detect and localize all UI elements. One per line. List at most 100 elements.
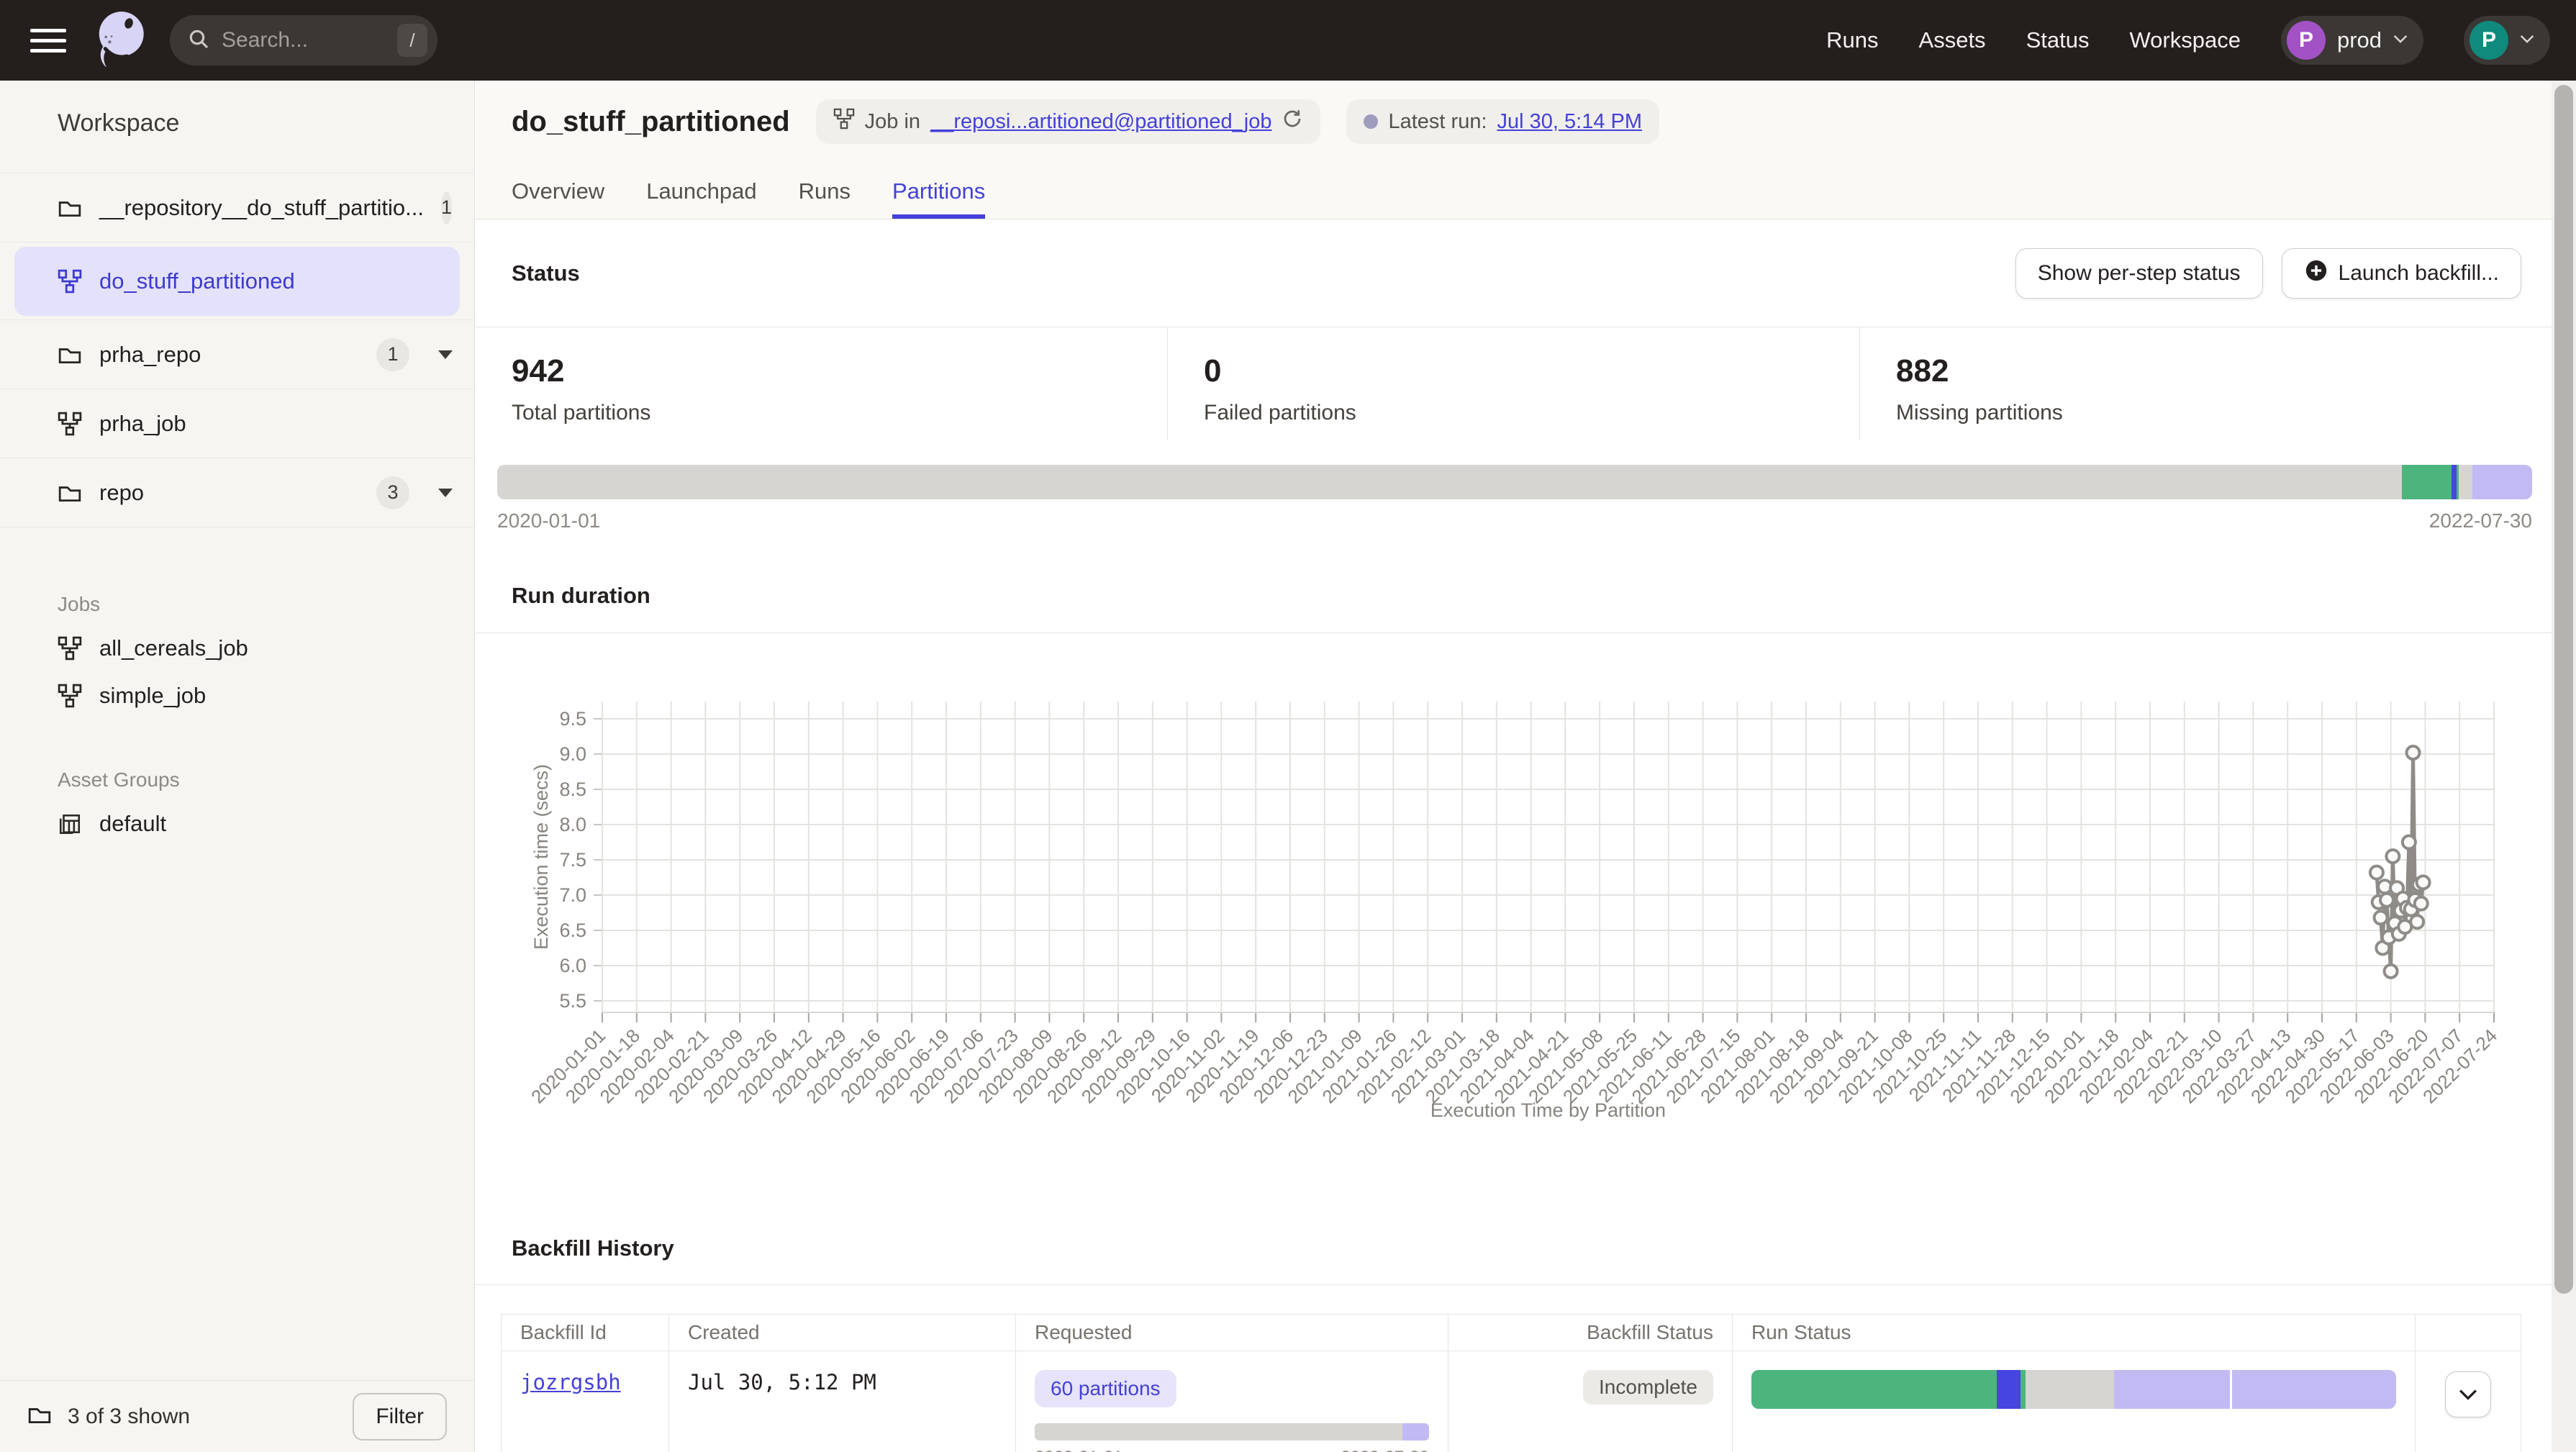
requested-partitions-chip[interactable]: 60 partitions	[1035, 1370, 1176, 1407]
sidebar-item-label: repo	[99, 480, 144, 506]
search-shortcut-key: /	[397, 24, 427, 57]
deployment-label: prod	[2337, 27, 2382, 53]
scrollbar-thumb[interactable]	[2554, 85, 2573, 1294]
nav-link-workspace[interactable]: Workspace	[2129, 27, 2241, 53]
sidebar-item-repo[interactable]: repo 3	[0, 458, 474, 527]
sidebar-item-all-cereals-job[interactable]: all_cereals_job	[0, 625, 474, 672]
sidebar-item-label: prha_job	[99, 411, 186, 437]
table-cell-backfill-status: Incomplete	[1448, 1351, 1733, 1452]
show-per-step-status-button[interactable]: Show per-step status	[2015, 248, 2263, 299]
folder-icon	[58, 196, 82, 220]
job-icon	[58, 684, 82, 708]
bar-segment	[1997, 1370, 2020, 1409]
search-icon	[187, 27, 210, 54]
backfill-history-table: Backfill IdCreatedRequestedBackfill Stat…	[501, 1314, 2521, 1452]
asset-group-icon	[58, 812, 82, 836]
refresh-icon[interactable]	[1282, 108, 1303, 135]
bar-segment	[1035, 1423, 1402, 1440]
top-navbar: Search... / Runs Assets Status Workspace P …	[0, 0, 2576, 81]
sidebar-item-prha-job[interactable]: prha_job	[0, 389, 474, 458]
svg-text:8.0: 8.0	[559, 814, 586, 835]
tab-partitions[interactable]: Partitions	[892, 178, 985, 219]
user-menu[interactable]: P	[2464, 16, 2550, 65]
title-row: do_stuff_partitioned Job in __reposi...a…	[512, 99, 1659, 144]
sidebar-item-label: do_stuff_partitioned	[99, 268, 295, 294]
tab-runs[interactable]: Runs	[799, 178, 851, 219]
created-value: Jul 30, 5:12 PM	[688, 1370, 876, 1394]
table-cell-requested: 60 partitions 2020-01-012022-07-30	[1016, 1351, 1448, 1452]
sidebar-footer: 3 of 3 shown Filter	[0, 1380, 474, 1452]
folder-icon	[27, 1402, 52, 1430]
sidebar-item-prha-repo[interactable]: prha_repo1	[0, 320, 474, 389]
run-status-bar[interactable]	[1751, 1370, 2396, 1409]
filter-button[interactable]: Filter	[353, 1393, 447, 1440]
stat-value: 942	[512, 353, 1167, 389]
table-header-created: Created	[669, 1315, 1016, 1351]
item-count-badge: 1	[376, 338, 409, 371]
nav-link-runs[interactable]: Runs	[1826, 27, 1878, 53]
caret-down-icon[interactable]	[438, 489, 453, 497]
latest-run-link[interactable]: Jul 30, 5:14 PM	[1497, 110, 1643, 134]
nav-link-status[interactable]: Status	[2026, 27, 2090, 53]
divider	[476, 1284, 2552, 1285]
sidebar-item-do-stuff-partitioned[interactable]: do_stuff_partitioned	[0, 242, 474, 320]
svg-text:8.5: 8.5	[559, 779, 586, 800]
workspace-sidebar: Workspace __repository__do_stuff_partiti…	[0, 81, 475, 1452]
launch-backfill-button[interactable]: Launch backfill...	[2282, 248, 2521, 299]
svg-text:Execution time (secs): Execution time (secs)	[530, 764, 552, 950]
svg-text:7.5: 7.5	[559, 849, 586, 871]
bar-segment	[2026, 1370, 2115, 1409]
nav-link-assets[interactable]: Assets	[1919, 27, 1986, 53]
deployment-switcher[interactable]: P prod	[2281, 16, 2423, 65]
partition-status-bar[interactable]	[497, 465, 2532, 499]
bar-segment	[2021, 1370, 2026, 1409]
search-placeholder: Search...	[222, 28, 308, 53]
table-cell-created: Jul 30, 5:12 PM	[669, 1351, 1016, 1452]
svg-text:9.5: 9.5	[559, 708, 586, 730]
sidebar-item-selected-pill[interactable]: do_stuff_partitioned	[14, 247, 460, 316]
sidebar-item-repository-do-stuff-partitio[interactable]: __repository__do_stuff_partitio... 1	[0, 173, 474, 242]
item-count-badge: 3	[376, 476, 409, 509]
folder-icon	[58, 342, 82, 367]
bar-segment	[2472, 465, 2532, 499]
backfill-id-link[interactable]: jozrgsbh	[520, 1370, 621, 1394]
partition-stats: 942Total partitions0Failed partitions882…	[476, 327, 2552, 440]
dagster-logo[interactable]	[89, 8, 151, 73]
requested-end-label: 2022-07-30	[1341, 1448, 1429, 1452]
menu-icon[interactable]	[26, 24, 71, 57]
stat-label: Total partitions	[512, 401, 1167, 425]
bar-segment	[2114, 1370, 2229, 1409]
job-header: do_stuff_partitioned Job in __reposi...a…	[476, 81, 2552, 219]
tab-launchpad[interactable]: Launchpad	[646, 178, 756, 219]
group-label-asset-groups: Asset Groups	[0, 760, 474, 800]
partition-bar-start: 2020-01-01	[497, 509, 600, 532]
sidebar-item-simple-job[interactable]: simple_job	[0, 672, 474, 720]
stat-label: Failed partitions	[1204, 401, 1859, 425]
sidebar-item-label: __repository__do_stuff_partitio...	[99, 195, 424, 221]
folder-icon	[58, 481, 82, 505]
table-header-backfill-status: Backfill Status	[1448, 1315, 1733, 1351]
svg-text:6.0: 6.0	[559, 955, 586, 976]
table-cell-expander	[2416, 1351, 2521, 1452]
page-scrollbar[interactable]	[2552, 81, 2576, 1452]
sidebar-item-default[interactable]: default	[0, 800, 474, 848]
latest-run-chip: Latest run: Jul 30, 5:14 PM	[1346, 99, 1659, 144]
job-location-link[interactable]: __reposi...artitioned@partitioned_job	[930, 110, 1271, 134]
item-count-badge: 1	[441, 191, 452, 224]
table-header-backfill-id: Backfill Id	[502, 1315, 669, 1351]
run-duration-chart: 5.56.06.57.07.58.08.59.09.52020-01-01202…	[476, 633, 2552, 1166]
expand-row-button[interactable]	[2445, 1371, 2491, 1417]
requested-bar-labels: 2020-01-012022-07-30	[1035, 1448, 1429, 1452]
run-status-dot	[1364, 114, 1378, 129]
status-buttons: Show per-step status Launch backfill...	[2015, 248, 2521, 299]
svg-text:5.5: 5.5	[559, 990, 586, 1012]
partition-bar-labels: 2020-01-01 2022-07-30	[497, 509, 2532, 532]
caret-down-icon[interactable]	[438, 350, 453, 359]
search-input[interactable]: Search... /	[170, 15, 437, 65]
svg-text:7.0: 7.0	[559, 884, 586, 906]
stat-missing-partitions: 882Missing partitions	[1859, 327, 2552, 440]
stat-label: Missing partitions	[1896, 401, 2552, 425]
plus-circle-icon	[2304, 258, 2328, 289]
tab-overview[interactable]: Overview	[512, 178, 604, 219]
status-heading: Status	[512, 260, 580, 286]
